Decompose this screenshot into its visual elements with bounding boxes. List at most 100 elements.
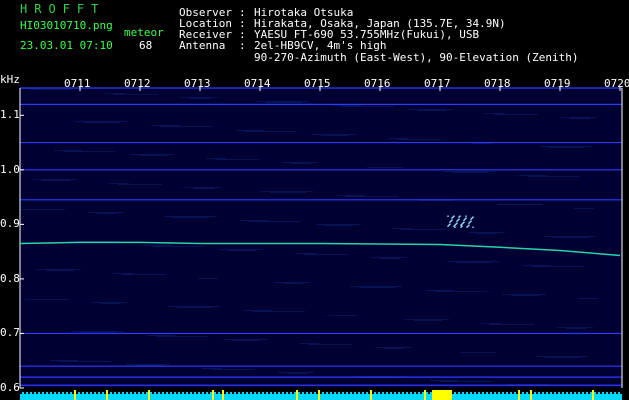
activity-bar xyxy=(168,394,170,400)
noise-streak xyxy=(532,266,584,267)
activity-bar xyxy=(498,392,500,400)
activity-bar xyxy=(376,394,378,400)
activity-bar xyxy=(504,394,506,400)
activity-bar xyxy=(402,392,404,400)
activity-bar xyxy=(218,392,220,400)
activity-bar xyxy=(210,392,212,400)
activity-bar xyxy=(572,394,574,400)
activity-bar xyxy=(78,392,80,400)
meteor-echo-dot xyxy=(465,217,467,219)
activity-bar xyxy=(70,392,72,400)
activity-bar xyxy=(590,392,592,400)
activity-bar xyxy=(436,390,438,400)
noise-streak xyxy=(151,125,179,126)
activity-bar xyxy=(316,394,318,400)
noise-streak xyxy=(249,221,301,222)
activity-bar xyxy=(478,392,480,400)
noise-streak xyxy=(274,282,310,283)
meteor-echo-dot xyxy=(461,223,463,225)
activity-bar xyxy=(406,392,408,400)
activity-bar xyxy=(134,392,136,400)
noise-streak xyxy=(371,257,407,258)
activity-bar xyxy=(582,392,584,400)
activity-bar xyxy=(80,394,82,400)
activity-bar xyxy=(72,394,74,400)
activity-bar xyxy=(608,394,610,400)
activity-bar xyxy=(300,394,302,400)
activity-bar xyxy=(130,392,132,400)
activity-bar xyxy=(204,394,206,400)
activity-bar xyxy=(308,394,310,400)
activity-bar xyxy=(414,392,416,400)
activity-bar xyxy=(520,394,522,400)
activity-bar xyxy=(228,394,230,400)
meteor-echo-dot xyxy=(450,220,452,222)
noise-streak xyxy=(468,232,504,233)
noise-streak xyxy=(397,139,441,140)
noise-streak xyxy=(295,253,315,254)
meteor-echo-dot xyxy=(466,226,468,228)
noise-streak xyxy=(566,328,586,329)
activity-bar xyxy=(620,394,622,400)
activity-bar xyxy=(288,394,290,400)
noise-streak xyxy=(156,336,208,337)
activity-bar xyxy=(302,392,304,400)
activity-bar xyxy=(476,394,478,400)
activity-bar xyxy=(522,392,524,400)
noise-streak xyxy=(350,286,402,287)
activity-bar xyxy=(292,394,294,400)
activity-bar xyxy=(518,390,520,400)
activity-bar xyxy=(154,392,156,400)
activity-bar xyxy=(564,394,566,400)
noise-streak xyxy=(570,118,590,119)
noise-streak xyxy=(202,368,222,369)
activity-bar xyxy=(276,394,278,400)
noise-streak xyxy=(257,101,309,102)
noise-streak xyxy=(113,273,133,274)
activity-bar xyxy=(596,394,598,400)
activity-bar xyxy=(606,392,608,400)
noise-streak xyxy=(114,94,158,95)
activity-bar xyxy=(234,392,236,400)
y-axis-unit: kHz xyxy=(0,73,20,86)
noise-streak xyxy=(549,147,585,148)
meteor-echo-dot xyxy=(447,225,449,227)
activity-bar xyxy=(180,394,182,400)
activity-bar xyxy=(602,392,604,400)
noise-streak xyxy=(367,167,403,168)
activity-bar xyxy=(284,394,286,400)
activity-bar xyxy=(542,392,544,400)
activity-bar xyxy=(146,392,148,400)
noise-streak xyxy=(126,364,170,365)
activity-bar xyxy=(578,392,580,400)
noise-streak xyxy=(75,121,127,122)
activity-bar xyxy=(312,394,314,400)
activity-bar xyxy=(32,394,34,400)
meteor-echo-dot xyxy=(458,216,460,218)
noise-streak xyxy=(130,154,174,155)
activity-bar xyxy=(28,394,30,400)
activity-bar xyxy=(482,392,484,400)
activity-bar xyxy=(286,392,288,400)
activity-bar xyxy=(324,394,326,400)
meteor-echo-dot xyxy=(452,216,454,218)
activity-bar xyxy=(206,392,208,400)
noise-streak xyxy=(485,113,505,114)
x-tick-label: 0718 xyxy=(484,77,511,90)
activity-bar xyxy=(400,394,402,400)
activity-bar xyxy=(330,392,332,400)
noise-streak xyxy=(494,114,538,115)
activity-bar xyxy=(26,392,28,400)
activity-bar xyxy=(294,392,296,400)
activity-bar xyxy=(390,392,392,400)
noise-streak xyxy=(46,270,74,271)
activity-bar xyxy=(104,394,106,400)
activity-bar xyxy=(268,394,270,400)
activity-bar xyxy=(486,392,488,400)
x-tick-label: 0714 xyxy=(244,77,271,90)
meteor-echo-dot xyxy=(454,224,456,226)
activity-bar xyxy=(552,394,554,400)
meteor-echo-dot xyxy=(463,221,465,223)
activity-bar xyxy=(362,392,364,400)
noise-streak xyxy=(173,217,209,218)
